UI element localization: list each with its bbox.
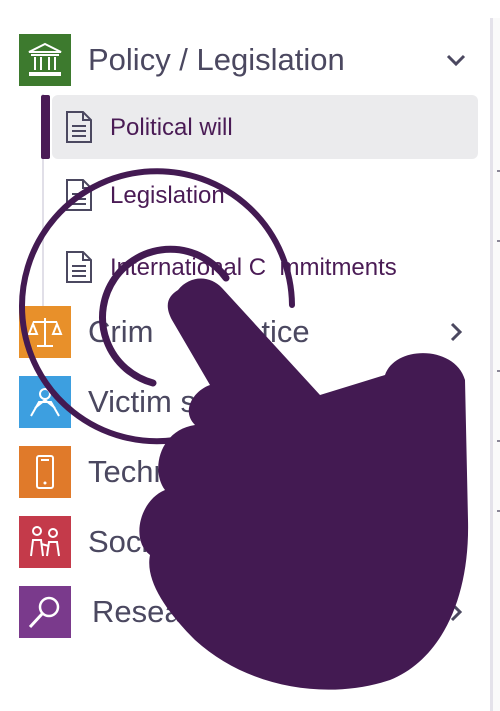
scales-icon [19,306,71,358]
submenu-item-international-commitments[interactable]: International Commitments [52,235,478,299]
document-icon [66,251,92,283]
victim-support-icon [19,376,71,428]
submenu-label: Political will [110,114,233,141]
section-label: Policy / Legislation [88,42,345,77]
chevron-right-icon[interactable] [444,320,468,344]
document-icon [66,179,92,211]
menu-section-society[interactable]: Socie [0,512,490,572]
menu-section-victim-support[interactable]: Victim su [0,372,490,432]
chevron-down-icon[interactable] [444,48,468,72]
menu-section-criminal-justice[interactable]: Crim tice [0,302,490,362]
phone-icon [19,446,71,498]
menu-section-technology[interactable]: Techn [0,442,490,502]
section-label: Crim tice [88,314,310,349]
courthouse-icon [19,34,71,86]
menu-section-policy[interactable]: Policy / Legislation [0,30,490,90]
active-indicator [41,95,50,159]
document-icon [66,111,92,143]
people-icon [19,516,71,568]
section-label: Victim su [88,384,214,419]
magnifier-icon [19,586,71,638]
submenu-item-political-will[interactable]: Political will [52,95,478,159]
section-label: Resea [92,594,182,629]
submenu-label: International Commitments [110,254,397,281]
submenu-label: Legislation [110,182,225,209]
section-label: Techn [88,454,171,489]
chevron-right-icon[interactable] [444,600,468,624]
section-label: Socie [88,524,166,559]
scrollbar-track[interactable] [490,18,500,711]
submenu-item-legislation[interactable]: Legislation [52,163,478,227]
menu-section-research[interactable]: Resea [0,582,490,642]
